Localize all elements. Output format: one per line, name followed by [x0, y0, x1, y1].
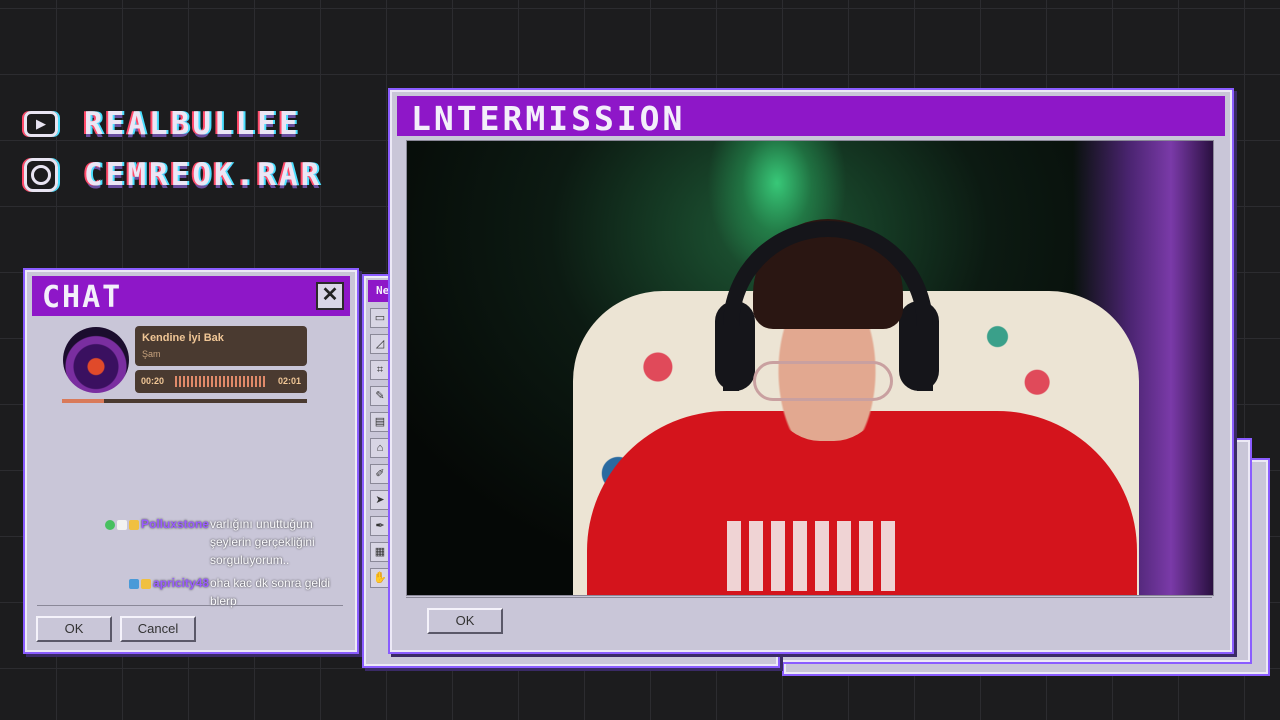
intermission-titlebar: LNTERMISSION: [397, 96, 1225, 138]
mod-badge-icon: [128, 578, 139, 589]
instagram-social: CEMREOK.RAR: [24, 157, 322, 193]
chat-cancel-button[interactable]: Cancel: [120, 616, 196, 642]
song-progress: [62, 399, 307, 403]
chat-divider: [37, 605, 343, 606]
fill-tool-icon[interactable]: ▤: [370, 412, 390, 432]
eraser-tool-icon[interactable]: ⌂: [370, 438, 390, 458]
main-divider: [406, 597, 1212, 598]
album-art: [63, 327, 129, 393]
chat-ok-button[interactable]: OK: [36, 616, 112, 642]
elapsed-time: 00:20: [141, 376, 165, 386]
chat-window: CHAT ✕ Kendine İyi Bak Şam 00:20 02:01 P…: [25, 270, 357, 652]
chat-username: Polluxstone: [97, 515, 209, 533]
youtube-handle: REALBULLEE: [84, 106, 301, 142]
instagram-handle: CEMREOK.RAR: [84, 157, 323, 193]
webcam-feed: [406, 140, 1214, 596]
intermission-title: LNTERMISSION: [411, 99, 686, 138]
waveform-icon: [175, 376, 267, 387]
cursor-tool-icon[interactable]: ➤: [370, 490, 390, 510]
song-title: Kendine İyi Bak: [142, 332, 224, 344]
pencil-tool-icon[interactable]: ✎: [370, 386, 390, 406]
crown-badge-icon: [128, 519, 139, 530]
close-icon[interactable]: ✕: [316, 282, 344, 310]
verified-badge-icon: [104, 519, 115, 530]
pen-tool-icon[interactable]: ✒: [370, 516, 390, 536]
intermission-window: LNTERMISSION OK: [390, 90, 1232, 652]
main-ok-button[interactable]: OK: [427, 608, 503, 634]
hand-tool-icon[interactable]: ✋: [370, 568, 390, 588]
crop-tool-icon[interactable]: ⌗: [370, 360, 390, 380]
now-playing-card: Kendine İyi Bak Şam: [135, 326, 307, 366]
youtube-icon: ▶: [24, 111, 58, 137]
brush-tool-icon[interactable]: ✐: [370, 464, 390, 484]
chat-username: apricity48: [97, 574, 209, 592]
chat-text: varlığını unuttuğum şeylerin gerçekliğin…: [210, 517, 315, 567]
paint-toolbox: ▭ ◿ ⌗ ✎ ▤ ⌂ ✐ ➤ ✒ ▦ ✋: [370, 308, 392, 594]
chat-title: CHAT: [42, 280, 123, 315]
duration-time: 02:01: [277, 376, 301, 386]
playback-bar: 00:20 02:01: [135, 370, 307, 393]
song-artist: Şam: [142, 349, 161, 359]
b-badge-icon: [116, 519, 127, 530]
b-badge-icon: [140, 578, 151, 589]
lasso-tool-icon[interactable]: ◿: [370, 334, 390, 354]
glasses-icon: [753, 361, 893, 401]
chat-titlebar: CHAT ✕: [32, 276, 350, 316]
instagram-icon: [24, 158, 58, 192]
select-tool-icon[interactable]: ▭: [370, 308, 390, 328]
text-tool-icon[interactable]: ▦: [370, 542, 390, 562]
youtube-social: ▶ REALBULLEE: [24, 106, 301, 142]
